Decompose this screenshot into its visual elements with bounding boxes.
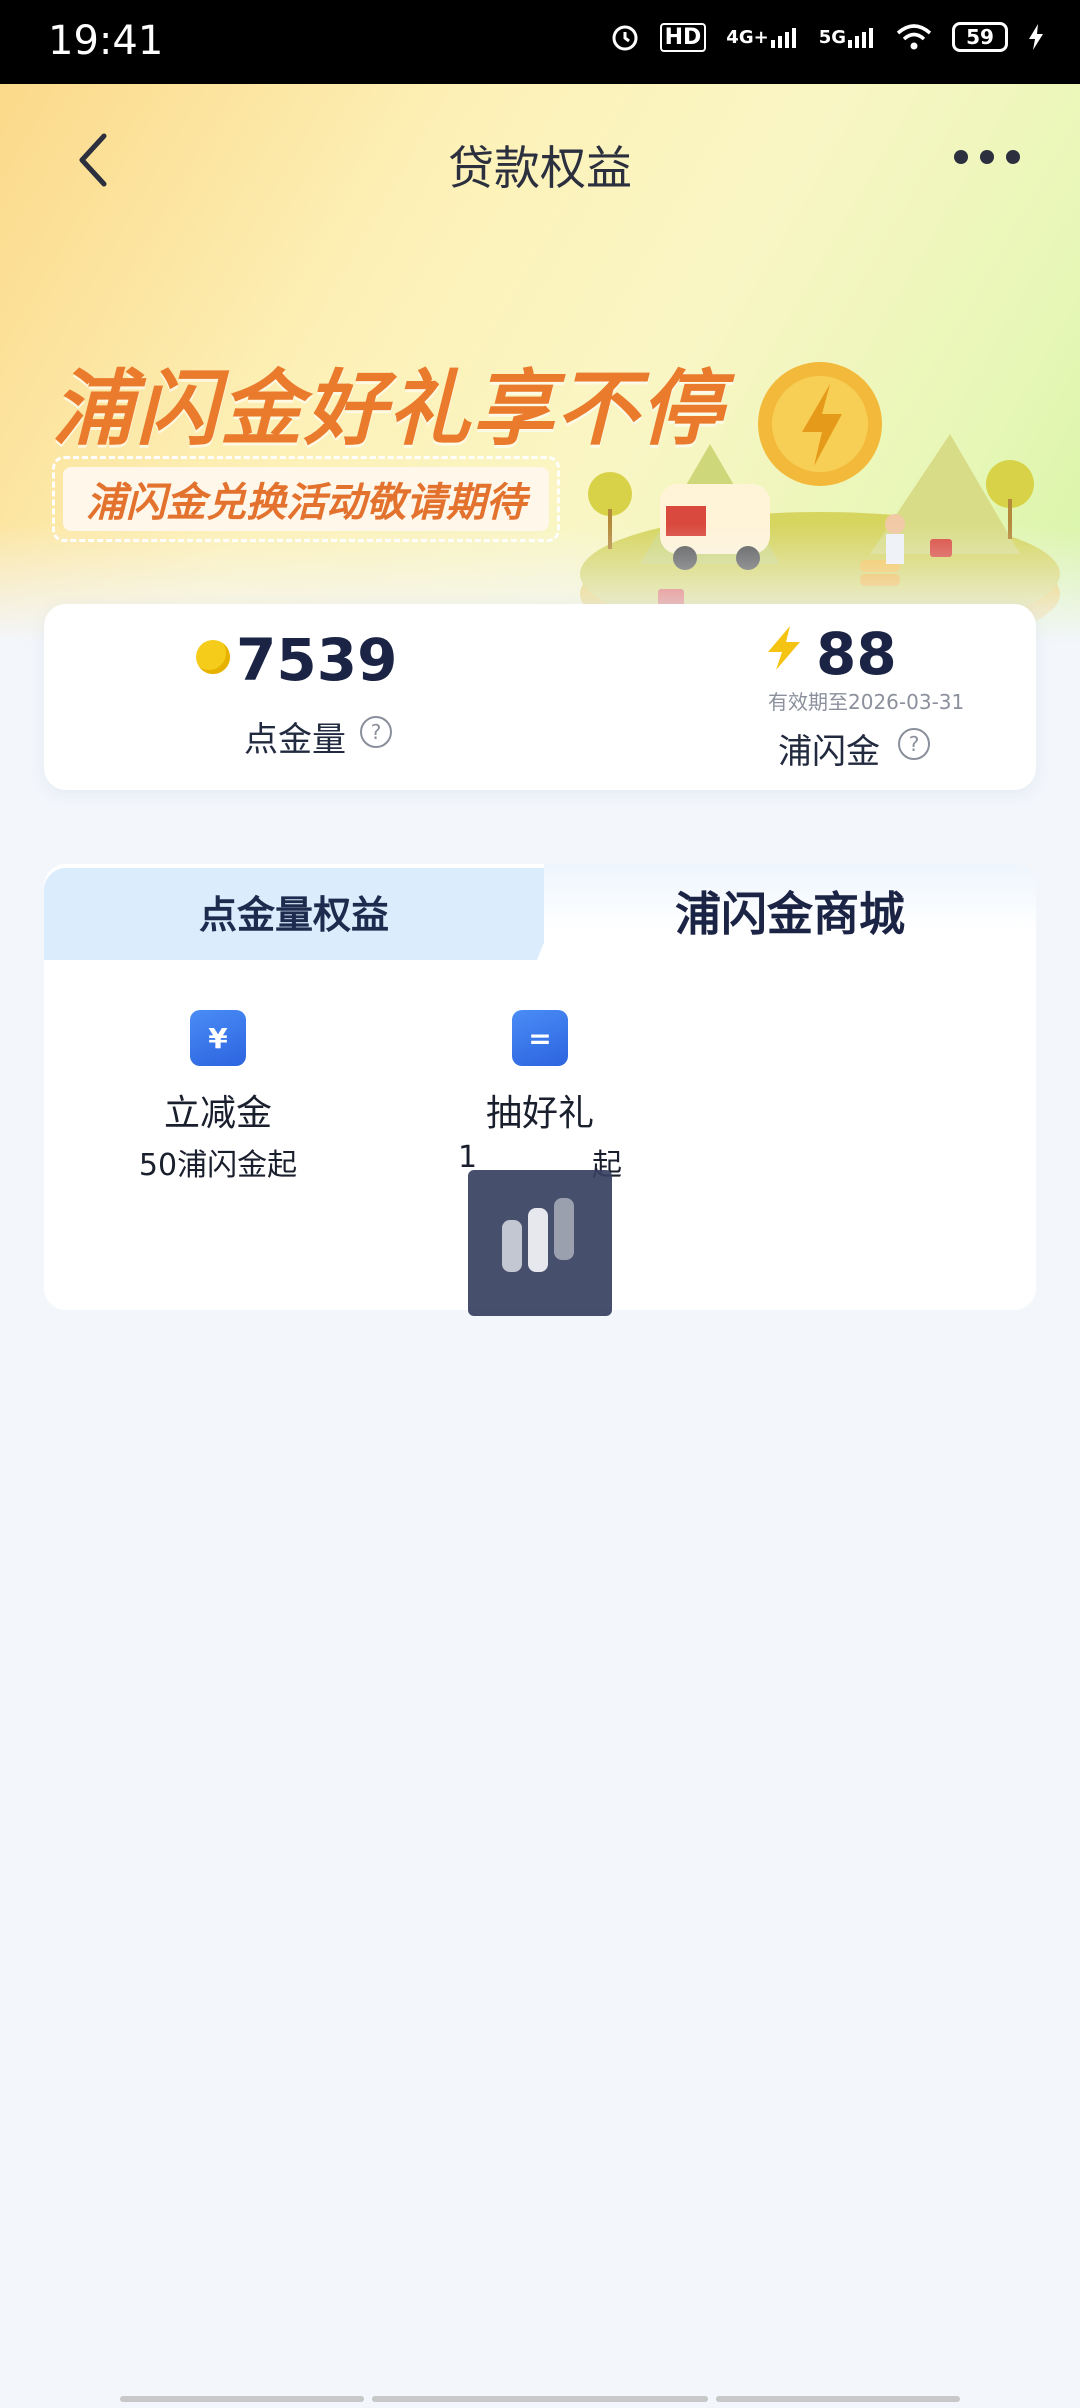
status-bar: 19:41 HD 4G+ 5G 59 [0,0,1080,84]
item-title: 抽好礼 [485,1093,594,1134]
status-time: 19:41 [48,18,164,64]
more-dot [1006,150,1020,164]
home-indicator [120,2396,364,2402]
hero-subline: 浦闪金兑换活动敬请期待 [63,467,549,531]
status-icons: HD 4G+ 5G 59 [610,22,1044,52]
item-desc: 50浦闪金起 [138,1148,298,1183]
hero-subline-frame: 浦闪金兑换活动敬请期待 [52,456,560,542]
tab-dianjin-benefits[interactable]: 点金量权益 [44,884,544,939]
tab-pushanjin-mall[interactable]: 浦闪金商城 [554,878,1026,944]
pushanjin-value: 88 [816,620,897,688]
ticket-glyph: = [528,1021,552,1055]
dianjin-label: 点金量 [244,720,346,760]
pushanjin-section[interactable]: 88 有效期至2026-03-31 浦闪金 ? [540,604,1036,790]
network-4g-label: 4G+ [726,26,769,48]
more-dot [980,150,994,164]
page-title: 贷款权益 [448,141,632,195]
help-glyph: ? [908,732,920,756]
item-discount-coupon[interactable]: ¥ 立减金 50浦闪金起 [108,1010,328,1184]
pushanjin-label: 浦闪金 [778,732,880,772]
loading-spinner-icon [502,1198,574,1272]
help-glyph: ? [370,720,382,744]
more-dots-icon [954,150,968,164]
dianjin-value: 7539 [236,626,398,694]
wifi-icon [896,23,932,51]
item-lucky-draw[interactable]: = 抽好礼 1 起 [430,1010,650,1184]
hd-icon: HD [659,22,707,52]
home-indicator [372,2396,708,2402]
pushanjin-help-icon[interactable]: ? [898,728,930,760]
home-indicator [716,2396,960,2402]
dianjin-section[interactable]: 7539 点金量 ? [44,604,540,790]
points-summary-card: 7539 点金量 ? 88 有效期至2026-03-31 浦闪金 ? [44,604,1036,790]
battery-icon: 59 [952,22,1008,52]
pushanjin-expire: 有效期至2026-03-31 [768,690,965,714]
yen-glyph: ¥ [208,1021,228,1055]
charging-icon [1028,24,1044,50]
more-button[interactable] [954,150,1020,164]
gift-ticket-icon: = [512,1010,568,1066]
network-5g-label: 5G [818,26,846,48]
hero-banner: 贷款权益 浦闪金好礼享不停 浦闪金兑换活动敬请期待 [0,84,1080,644]
dianjin-help-icon[interactable]: ? [360,716,392,748]
battery-level: 59 [966,25,994,49]
signal-5g-icon: 5G [819,26,876,48]
hero-illustration [580,362,1060,644]
gold-coin-icon [196,640,230,674]
yen-coupon-icon: ¥ [190,1010,246,1066]
lightning-icon [768,626,800,670]
signal-4g-icon: 4G+ [726,26,798,48]
loading-overlay [468,1170,612,1316]
item-title: 立减金 [163,1093,272,1134]
tab-bar: 点金量权益 浦闪金商城 [44,864,1036,974]
alarm-icon [610,22,640,52]
